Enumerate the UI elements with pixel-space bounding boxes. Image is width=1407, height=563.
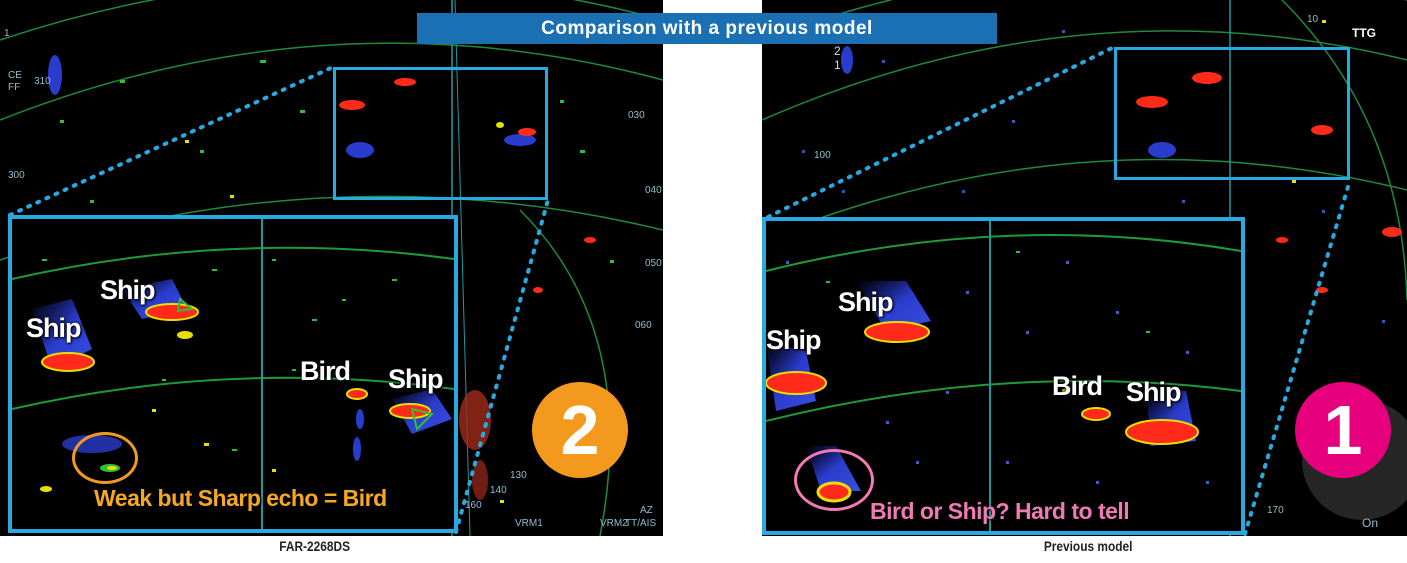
badge-1-text: 1 xyxy=(1323,391,1363,469)
overlay-ttais: TT/AIS xyxy=(625,518,657,529)
overlay-ce: CE xyxy=(8,70,22,81)
overlay-030: 030 xyxy=(628,110,645,121)
overlay-060: 060 xyxy=(635,320,652,331)
overlay-10: 10 xyxy=(1307,14,1319,25)
overlay-310: 310 xyxy=(34,76,51,87)
overlay-one: 1 xyxy=(4,28,10,39)
overlay-vrm2: VRM2 xyxy=(600,518,628,529)
label-ship-3: Ship xyxy=(388,364,443,394)
overlay-on: On xyxy=(1362,516,1379,530)
badge-number-1: 1 xyxy=(1295,382,1391,478)
badge-number-2: 2 xyxy=(532,382,628,478)
overlay-130: 130 xyxy=(510,470,527,481)
right-zoom-source-box xyxy=(1114,47,1350,180)
bird-echo-circle xyxy=(72,432,138,484)
overlay-ttg: TTG xyxy=(1352,26,1376,40)
echo-caption: Weak but Sharp echo = Bird xyxy=(94,485,387,511)
overlay-vrm1: VRM1 xyxy=(515,518,543,529)
overlay-050: 050 xyxy=(645,258,662,269)
overlay-one-right: 1 xyxy=(834,58,841,72)
overlay-100: 100 xyxy=(814,150,831,161)
label-ship-3-prev: Ship xyxy=(1126,377,1181,407)
overlay-170: 170 xyxy=(1267,505,1284,516)
left-model-caption: FAR-2268DS xyxy=(279,538,351,554)
label-bird: Bird xyxy=(300,356,351,386)
label-ship-1-prev: Ship xyxy=(766,325,821,355)
uncertain-echo-circle xyxy=(794,449,874,511)
label-bird-prev: Bird xyxy=(1052,371,1103,401)
label-ship-2: Ship xyxy=(100,275,155,305)
comparison-banner: Comparison with a previous model xyxy=(417,13,997,44)
left-zoom-source-box xyxy=(333,67,548,200)
overlay-300: 300 xyxy=(8,170,25,181)
overlay-two: 2 xyxy=(834,44,841,58)
right-zoom-inset: Ship Ship Bird Ship Bird or Ship? Hard t… xyxy=(762,217,1245,535)
overlay-040: 040 xyxy=(645,185,662,196)
left-zoom-inset: Ship Ship Bird Ship Weak but Sharp echo … xyxy=(8,215,458,533)
banner-title: Comparison with a previous model xyxy=(541,17,873,39)
overlay-140: 140 xyxy=(490,485,507,496)
overlay-160: 160 xyxy=(465,500,482,511)
badge-2-text: 2 xyxy=(560,391,600,469)
right-model-caption: Previous model xyxy=(1043,538,1133,554)
label-ship-2-prev: Ship xyxy=(838,287,893,317)
overlay-az: AZ xyxy=(640,505,653,516)
echo-caption-prev: Bird or Ship? Hard to tell xyxy=(870,498,1130,524)
overlay-ff: FF xyxy=(8,82,21,93)
label-ship-1: Ship xyxy=(26,313,81,343)
